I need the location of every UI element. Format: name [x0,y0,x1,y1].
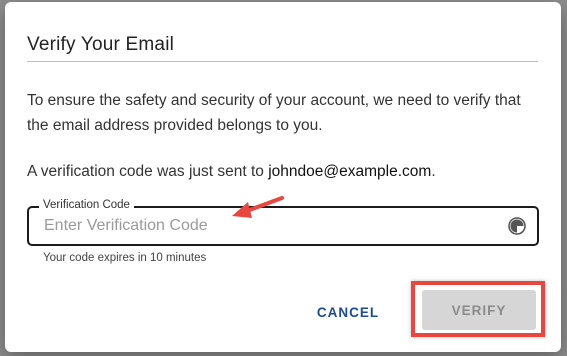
verification-code-label: Verification Code [39,199,134,211]
code-expiry-helper: Your code expires in 10 minutes [43,252,207,264]
code-sent-prefix: A verification code was just sent to [27,163,269,180]
dialog-title: Verify Your Email [27,34,175,55]
intro-text: To ensure the safety and security of you… [27,92,521,134]
verify-email-dialog: Verify Your Email To ensure the safety a… [5,2,561,352]
timer-icon [508,217,526,235]
code-sent-suffix: . [431,163,436,180]
cancel-button[interactable]: CANCEL [305,298,391,326]
code-sent-text: A verification code was just sent to joh… [27,159,542,184]
verify-button[interactable]: VERIFY [422,290,536,330]
title-divider [27,61,538,62]
email-address: johndoe@example.com [268,163,432,180]
annotation-arrow [232,196,284,218]
